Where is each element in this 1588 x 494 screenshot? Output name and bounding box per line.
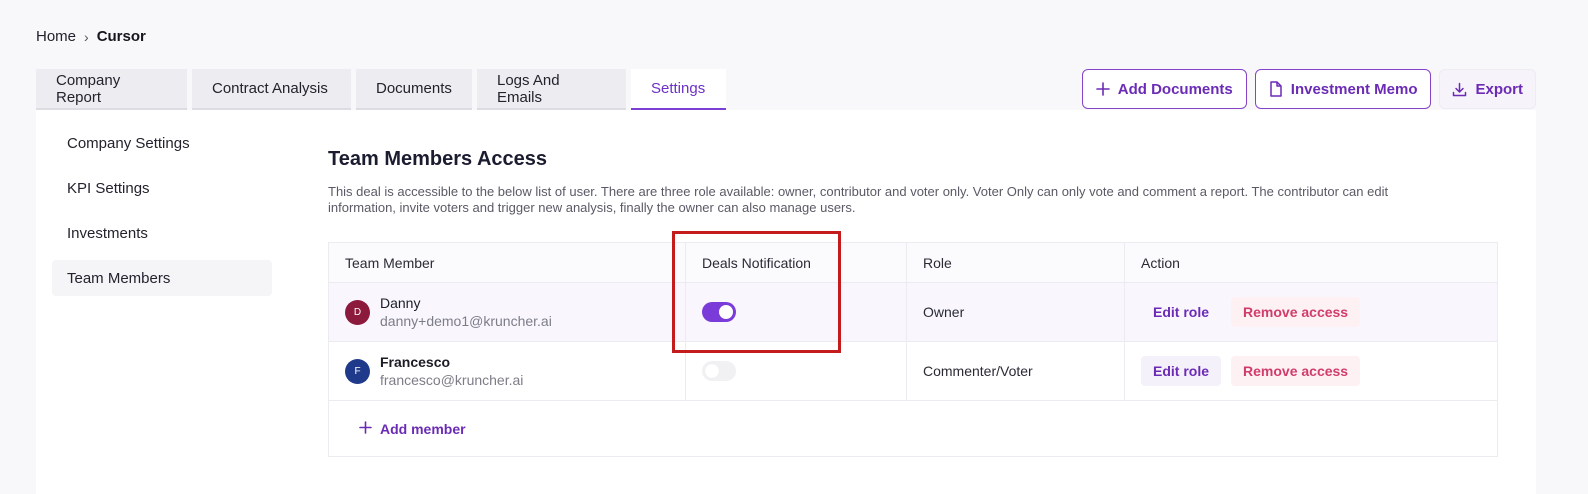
column-header-action: Action [1141,254,1180,271]
table-row: D Danny danny+demo1@kruncher.ai Owner Ed… [329,283,1497,342]
section-description: This deal is accessible to the below lis… [328,184,1389,215]
member-name: Danny [380,294,421,311]
deals-notification-toggle[interactable] [702,361,736,381]
page-title: Team Members Access [328,148,548,170]
tab-documents[interactable]: Documents [356,69,472,110]
investment-memo-label: Investment Memo [1290,80,1418,98]
breadcrumb-separator: › [84,28,89,45]
main-tabs: Company Report Contract Analysis Documen… [36,69,726,110]
table-row: F Francesco francesco@kruncher.ai Commen… [329,342,1497,401]
sidenav-item-investments[interactable]: Investments [52,215,272,251]
tab-logs-and-emails[interactable]: Logs And Emails [477,69,626,110]
add-documents-label: Add Documents [1117,80,1233,98]
tab-company-report[interactable]: Company Report [36,69,187,110]
breadcrumb-current: Cursor [96,28,146,45]
breadcrumb: Home › Cursor [36,28,146,45]
member-role: Owner [907,283,1125,341]
tab-contract-analysis[interactable]: Contract Analysis [192,69,351,110]
member-info: F Francesco francesco@kruncher.ai [345,354,523,389]
download-icon [1452,82,1467,97]
plus-icon [1095,82,1110,96]
breadcrumb-home-link[interactable]: Home [36,28,76,45]
export-label: Export [1475,80,1523,98]
investment-memo-button[interactable]: Investment Memo [1254,69,1432,109]
sidenav-item-kpi-settings[interactable]: KPI Settings [52,170,272,206]
edit-role-button[interactable]: Edit role [1141,356,1222,386]
edit-role-button[interactable]: Edit role [1141,297,1221,327]
avatar: F [345,358,370,384]
tab-settings[interactable]: Settings [631,69,726,110]
member-role: Commenter/Voter [907,342,1125,400]
member-name: Francesco [380,353,451,370]
team-members-table: Team Member Deals Notification Role Acti… [328,242,1498,457]
column-header-role: Role [907,243,1125,282]
member-email: danny+demo1@kruncher.ai [380,312,552,329]
export-button[interactable]: Export [1439,69,1536,109]
document-icon [1269,81,1283,97]
highlight-annotation-box [672,231,841,353]
member-email: francesco@kruncher.ai [380,371,524,388]
avatar: D [345,299,370,325]
sidenav-item-company-settings[interactable]: Company Settings [52,125,272,161]
table-header-row: Team Member Deals Notification Role Acti… [329,243,1497,283]
remove-access-button[interactable]: Remove access [1231,356,1361,386]
plus-icon [359,420,372,437]
team-members-section: Team Members Access This deal is accessi… [328,148,1498,216]
add-member-label: Add member [380,420,466,437]
add-documents-button[interactable]: Add Documents [1081,69,1247,109]
column-header-team-member: Team Member [329,243,686,282]
member-info: D Danny danny+demo1@kruncher.ai [345,295,552,330]
header-actions: Add Documents Investment Memo Export [1081,69,1536,109]
remove-access-button[interactable]: Remove access [1231,297,1361,327]
sidenav-item-team-members[interactable]: Team Members [52,260,272,296]
settings-sidenav: Company Settings KPI Settings Investment… [52,125,272,305]
add-member-button[interactable]: Add member [359,421,466,437]
